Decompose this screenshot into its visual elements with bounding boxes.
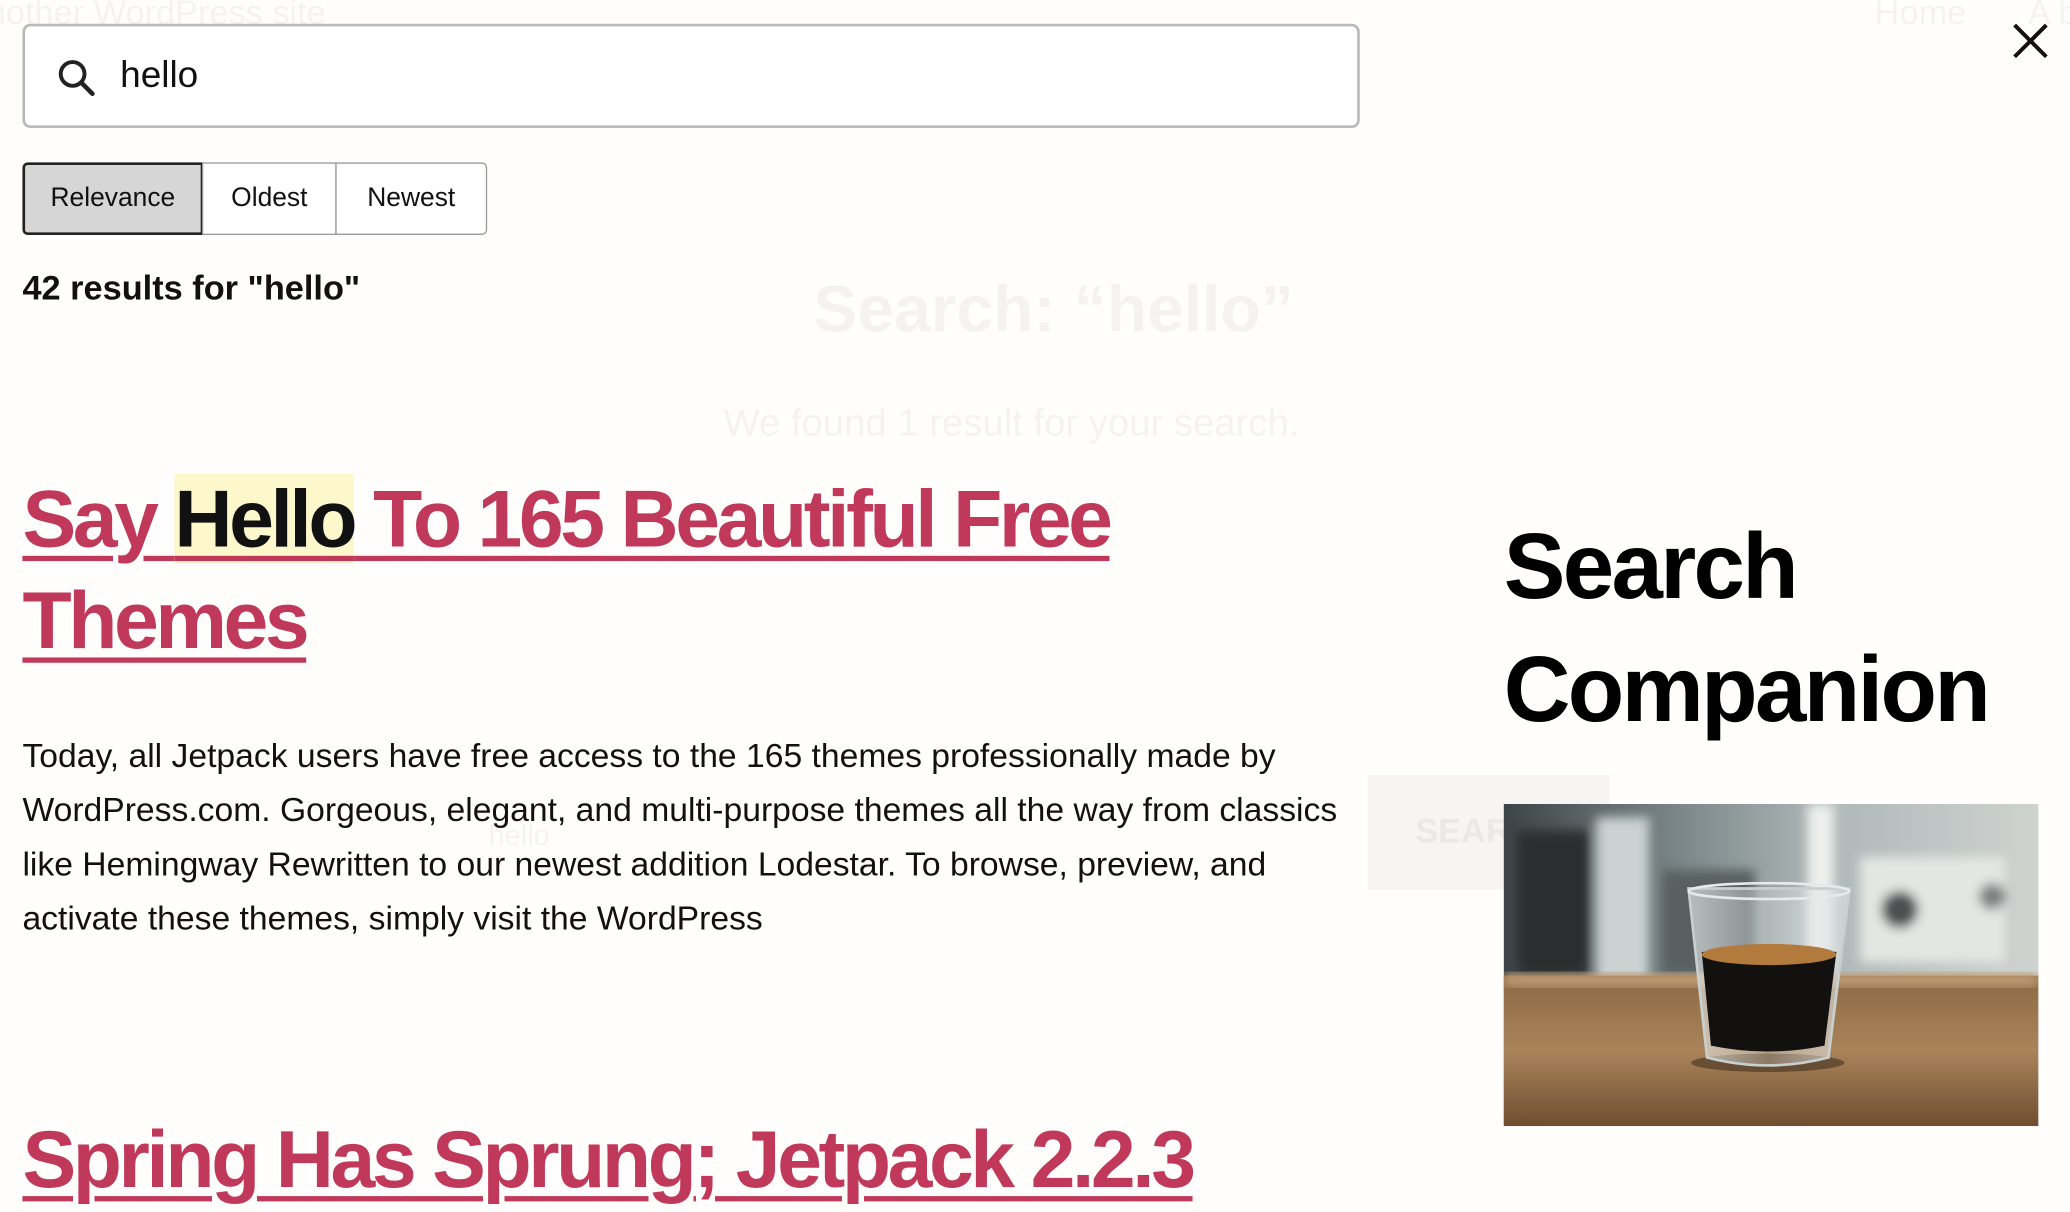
background-search-heading: Search: “hello” (813, 271, 1294, 348)
background-nav-home: Home (1875, 0, 1967, 33)
result-title-link[interactable]: Say Hello To 165 Beautiful Free Themes (22, 469, 1355, 672)
result-title-link[interactable]: Spring Has Sprung; Jetpack 2.2.3 (22, 1109, 1474, 1211)
close-icon[interactable] (2008, 18, 2053, 63)
sort-newest-button[interactable]: Newest (335, 162, 488, 235)
widget-title: Search Companion (1503, 514, 1991, 741)
espresso-glass-image (1503, 804, 2039, 1127)
search-input[interactable] (120, 44, 1309, 106)
sort-options: Relevance Oldest Newest (22, 162, 488, 235)
results-count: 42 results for "hello" (22, 268, 361, 308)
sort-relevance-button[interactable]: Relevance (22, 162, 204, 235)
result-excerpt: Today, all Jetpack users have free acces… (22, 737, 1338, 938)
search-field[interactable] (22, 23, 1360, 129)
search-overlay: nother WordPress site Home A b Search: “… (0, 0, 2070, 1212)
sort-oldest-button[interactable]: Oldest (201, 162, 337, 235)
background-search-button-label: SEAR (1415, 811, 1510, 852)
result-title-before: Say (22, 473, 175, 564)
search-term-highlight: Hello (174, 473, 358, 564)
background-search-subtext: We found 1 result for your search. (723, 403, 1299, 447)
search-icon (58, 60, 95, 96)
